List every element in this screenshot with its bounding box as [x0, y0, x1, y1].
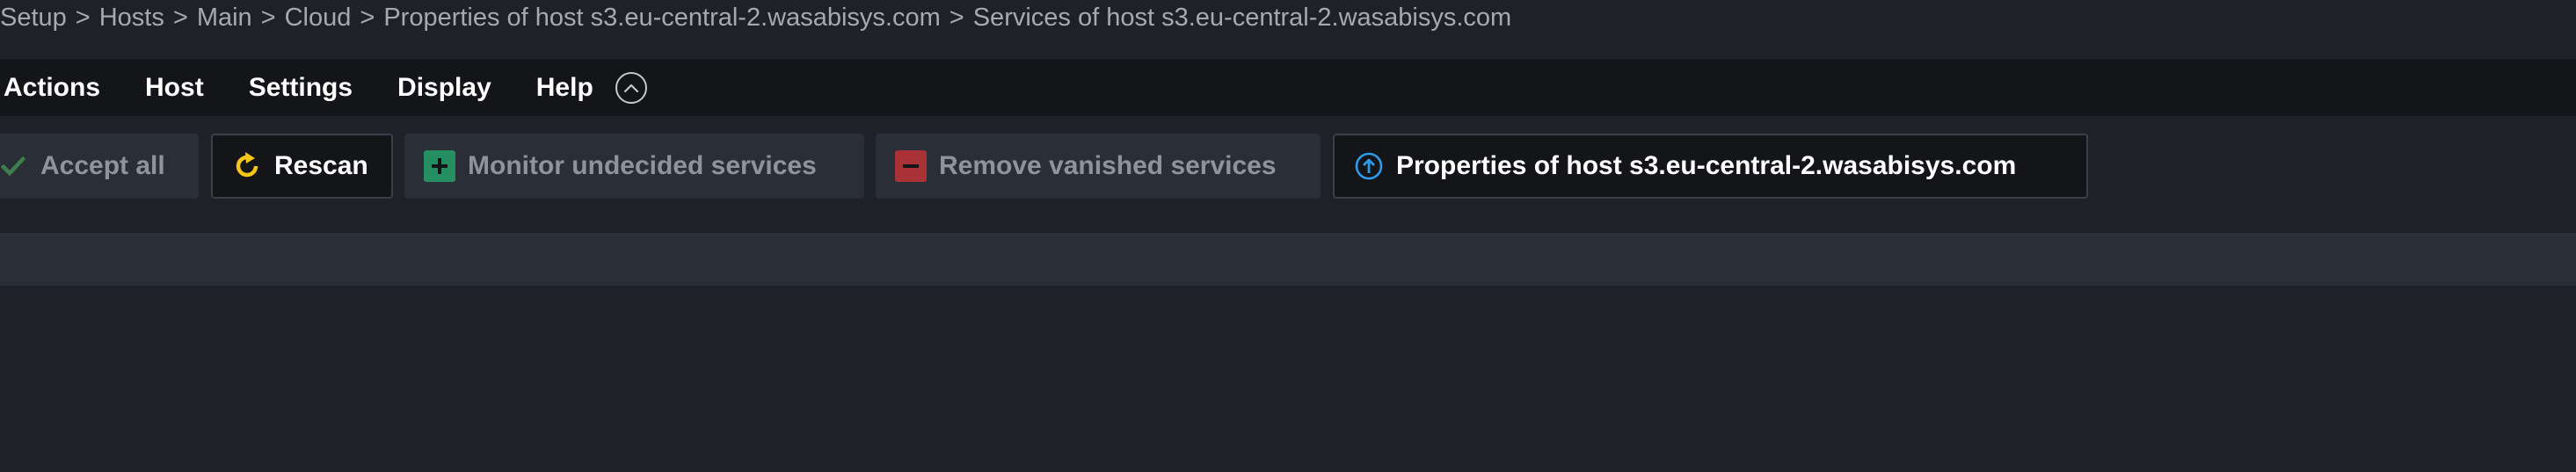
toolbar: Accept all Rescan Monitor undecided serv…	[0, 134, 2576, 199]
breadcrumb-separator: >	[260, 3, 276, 32]
accept-all-label: Accept all	[40, 151, 165, 180]
checkmark-icon	[0, 153, 26, 179]
menu-bar: Actions Host Settings Display Help	[0, 59, 2576, 116]
rescan-label: Rescan	[274, 151, 368, 180]
remove-vanished-button[interactable]: Remove vanished services	[876, 134, 1321, 199]
menu-display[interactable]: Display	[397, 73, 491, 103]
remove-vanished-label: Remove vanished services	[939, 151, 1277, 180]
host-properties-label: Properties of host s3.eu-central-2.wasab…	[1396, 151, 2017, 180]
menu-host[interactable]: Host	[145, 73, 204, 103]
breadcrumb-item-setup[interactable]: Setup	[0, 4, 67, 33]
breadcrumb-item-host-properties[interactable]: Properties of host s3.eu-central-2.wasab…	[383, 4, 940, 33]
breadcrumb-item-cloud[interactable]: Cloud	[285, 4, 352, 33]
rescan-button[interactable]: Rescan	[211, 134, 393, 199]
host-properties-button[interactable]: Properties of host s3.eu-central-2.wasab…	[1333, 134, 2088, 199]
menu-actions[interactable]: Actions	[4, 73, 100, 103]
breadcrumb-separator: >	[360, 3, 375, 32]
monitor-undecided-label: Monitor undecided services	[468, 151, 817, 180]
chevron-up-circle-icon[interactable]	[615, 71, 647, 104]
menu-help[interactable]: Help	[536, 73, 593, 103]
plus-square-icon	[424, 150, 455, 182]
breadcrumb-separator: >	[949, 3, 964, 32]
breadcrumb: Setup > Hosts > Main > Cloud > Propertie…	[0, 0, 2576, 35]
refresh-icon	[232, 151, 262, 181]
breadcrumb-separator: >	[172, 3, 188, 32]
accept-all-button[interactable]: Accept all	[0, 134, 199, 199]
breadcrumb-separator: >	[75, 3, 91, 32]
monitor-undecided-button[interactable]: Monitor undecided services	[404, 134, 864, 199]
breadcrumb-item-current: Services of host s3.eu-central-2.wasabis…	[972, 3, 1512, 32]
breadcrumb-item-hosts[interactable]: Hosts	[99, 4, 164, 33]
content-header-band	[0, 233, 2576, 286]
menu-settings[interactable]: Settings	[249, 73, 353, 103]
breadcrumb-item-main[interactable]: Main	[197, 4, 252, 33]
circle-arrow-up-icon	[1354, 151, 1384, 181]
minus-square-icon	[895, 150, 927, 182]
